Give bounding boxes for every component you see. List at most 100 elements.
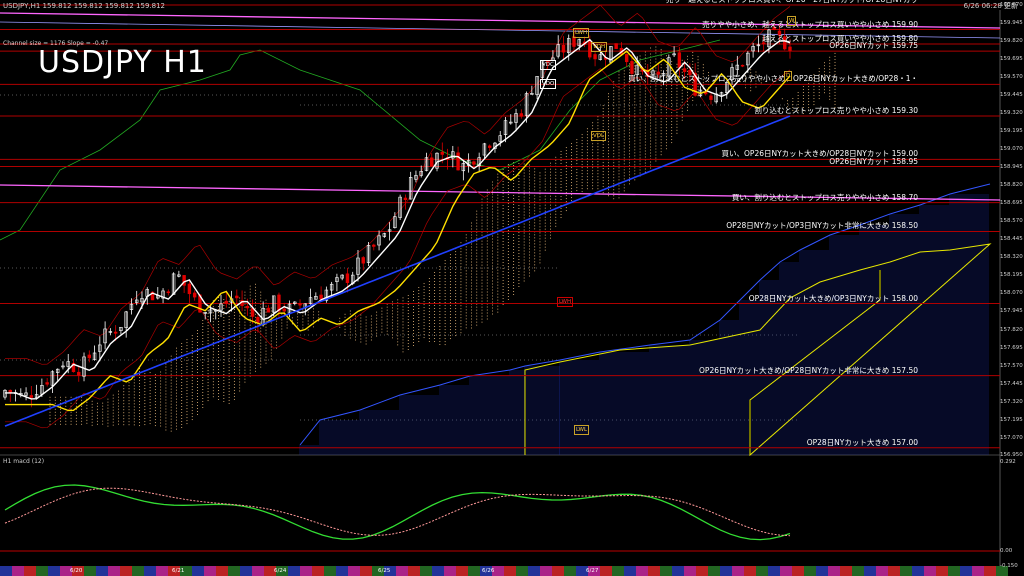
- cloud-dot: [497, 206, 499, 208]
- level-label: 売りやや小さめ、越えるとストップロス買いやや小さめ 159.90: [702, 19, 918, 29]
- cloud-dot: [655, 58, 657, 60]
- cloud-dot: [228, 348, 230, 350]
- cloud-dot: [492, 271, 494, 273]
- cloud-dot: [655, 154, 657, 156]
- cloud-dot: [507, 232, 509, 234]
- cloud-dot: [149, 405, 151, 407]
- cloud-dot: [175, 389, 177, 391]
- price-chart[interactable]: [0, 0, 1024, 576]
- cloud-dot: [233, 386, 235, 388]
- cloud-dot: [550, 207, 552, 209]
- cloud-dot: [428, 277, 430, 279]
- cloud-dot: [349, 337, 351, 339]
- cloud-dot: [665, 121, 667, 123]
- cloud-dot: [565, 168, 567, 170]
- cloud-dot: [486, 252, 488, 254]
- cloud-dot: [186, 345, 188, 347]
- cloud-dot: [629, 114, 631, 116]
- cloud-dot: [128, 403, 130, 405]
- cloud-dot: [602, 141, 604, 143]
- cloud-dot: [592, 152, 594, 154]
- cloud-dot: [655, 142, 657, 144]
- cloud-dot: [191, 383, 193, 385]
- cloud-dot: [544, 228, 546, 230]
- cloud-dot: [397, 323, 399, 325]
- cloud-dot: [555, 186, 557, 188]
- cloud-dot: [660, 148, 662, 150]
- cloud-dot: [513, 260, 515, 262]
- cloud-dot: [239, 354, 241, 356]
- cloud-dot: [270, 340, 272, 342]
- cloud-dot: [413, 321, 415, 323]
- cloud-dot: [144, 373, 146, 375]
- cloud-dot: [497, 281, 499, 283]
- cloud-dot: [139, 425, 141, 427]
- cloud-dot: [492, 277, 494, 279]
- session-bar: [504, 566, 516, 576]
- price-tick: 158.695: [1000, 200, 1023, 207]
- cloud-dot: [434, 334, 436, 336]
- cloud-dot: [639, 112, 641, 114]
- cloud-dot: [486, 309, 488, 311]
- cloud-dot: [470, 264, 472, 266]
- cloud-dot: [665, 58, 667, 60]
- cloud-dot: [686, 70, 688, 72]
- cloud-dot: [660, 97, 662, 99]
- cloud-dot: [823, 86, 825, 88]
- cloud-dot: [497, 299, 499, 301]
- cloud-dot: [476, 210, 478, 212]
- cloud-dot: [544, 171, 546, 173]
- cloud-dot: [644, 117, 646, 119]
- cloud-dot: [634, 146, 636, 148]
- cloud-dot: [460, 257, 462, 259]
- cloud-dot: [650, 122, 652, 124]
- cloud-dot: [507, 280, 509, 282]
- cloud-dot: [407, 324, 409, 326]
- cloud-dot: [571, 185, 573, 187]
- cloud-dot: [486, 207, 488, 209]
- cloud-dot: [465, 258, 467, 260]
- cloud-dot: [165, 408, 167, 410]
- cloud-dot: [650, 47, 652, 49]
- cloud-dot: [413, 309, 415, 311]
- cloud-dot: [607, 105, 609, 107]
- cloud-dot: [465, 264, 467, 266]
- price-tick: 157.320: [1000, 398, 1023, 405]
- cloud-dot: [523, 193, 525, 195]
- session-bar: [96, 566, 108, 576]
- cloud-dot: [175, 371, 177, 373]
- cloud-dot: [391, 328, 393, 330]
- cloud-dot: [260, 327, 262, 329]
- cloud-dot: [202, 326, 204, 328]
- cloud-dot: [402, 309, 404, 311]
- cloud-dot: [634, 68, 636, 70]
- cloud-dot: [534, 261, 536, 263]
- cloud-dot: [249, 330, 251, 332]
- cloud-dot: [218, 332, 220, 334]
- cloud-dot: [623, 169, 625, 171]
- cloud-dot: [270, 322, 272, 324]
- cloud-dot: [523, 208, 525, 210]
- cloud-dot: [228, 318, 230, 320]
- cloud-dot: [123, 403, 125, 405]
- cloud-dot: [644, 150, 646, 152]
- cloud-dot: [297, 313, 299, 315]
- cloud-dot: [381, 331, 383, 333]
- candle-body: [624, 54, 629, 63]
- cloud-dot: [565, 210, 567, 212]
- cloud-dot: [534, 171, 536, 173]
- cloud-dot: [607, 144, 609, 146]
- cloud-dot: [534, 249, 536, 251]
- cloud-dot: [244, 357, 246, 359]
- cloud-dot: [692, 66, 694, 68]
- cloud-dot: [175, 362, 177, 364]
- cloud-dot: [576, 169, 578, 171]
- cloud-dot: [502, 294, 504, 296]
- cloud-dot: [639, 61, 641, 63]
- cloud-dot: [523, 223, 525, 225]
- cloud-dot: [428, 340, 430, 342]
- cloud-dot: [681, 95, 683, 97]
- cloud-dot: [133, 424, 135, 426]
- cloud-dot: [555, 180, 557, 182]
- session-bar: [732, 566, 744, 576]
